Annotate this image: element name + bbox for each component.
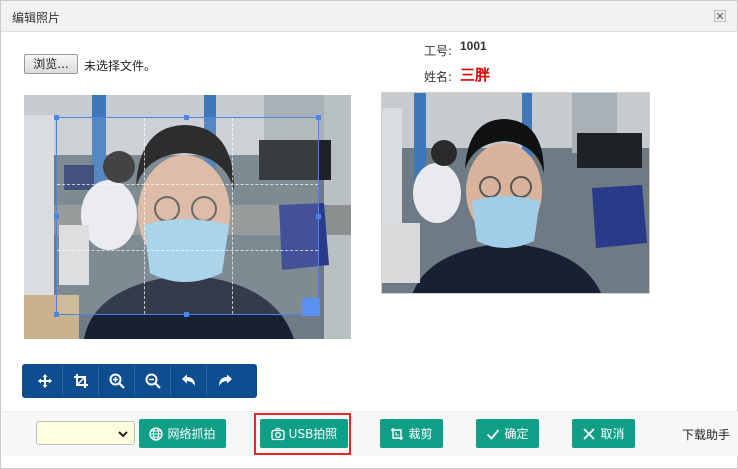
crop-handle-top-left[interactable] [54, 115, 59, 120]
usb-capture-highlight [254, 413, 351, 455]
crop-handle-bottom[interactable] [184, 312, 189, 317]
preview-image [382, 93, 649, 293]
camera-source-select[interactable] [36, 421, 135, 445]
dialog-title: 编辑照片 [12, 11, 61, 25]
zoom-in-button[interactable] [99, 366, 135, 396]
cancel-label: 取消 [600, 427, 625, 441]
crop-handle-right[interactable] [316, 214, 321, 219]
rotate-left-icon [181, 374, 195, 386]
move-button[interactable] [27, 366, 63, 396]
employee-name-label: 姓名: [424, 70, 453, 84]
crop-handle-bottom-right[interactable] [302, 298, 320, 316]
close-icon [583, 427, 596, 440]
chevron-down-icon [118, 431, 128, 438]
crop-box[interactable] [54, 115, 321, 317]
network-capture-button[interactable]: 网络抓拍 [139, 419, 226, 448]
crop-guide-h1 [57, 184, 318, 185]
zoom-out-icon [145, 373, 161, 389]
crop-editor-canvas[interactable] [24, 95, 351, 339]
zoom-in-icon [109, 373, 125, 389]
crop-guide-v1 [144, 118, 145, 314]
crop-handle-bottom-left[interactable] [54, 312, 59, 317]
close-icon[interactable] [714, 10, 726, 22]
employee-id-label: 工号: [424, 44, 453, 58]
crop-guide-h2 [57, 250, 318, 251]
rotate-right-button[interactable] [207, 366, 243, 396]
dialog-titlebar: 编辑照片 [1, 1, 737, 32]
confirm-label: 确定 [504, 427, 529, 441]
employee-id-value: 1001 [460, 39, 487, 53]
crop-button[interactable]: 裁剪 [380, 419, 443, 448]
crop-icon [391, 427, 404, 440]
network-capture-label: 网络抓拍 [167, 427, 216, 441]
crop-guide-v2 [232, 118, 233, 314]
preview-photo [381, 92, 650, 294]
rotate-left-button[interactable] [171, 366, 207, 396]
employee-name-value: 三胖 [460, 67, 491, 84]
image-toolbar [22, 364, 257, 398]
file-status: 未选择文件。 [84, 59, 157, 73]
move-icon [37, 374, 52, 388]
crop-handle-top[interactable] [184, 115, 189, 120]
zoom-out-button[interactable] [135, 366, 171, 396]
edit-photo-dialog: 编辑照片 浏览... 未选择文件。 工号: 1001 姓名: 三胖 网络抓拍 U… [0, 0, 738, 469]
cancel-button[interactable]: 取消 [572, 419, 635, 448]
crop-handle-top-right[interactable] [316, 115, 321, 120]
check-icon [487, 428, 500, 440]
rotate-right-icon [219, 374, 232, 386]
confirm-button[interactable]: 确定 [476, 419, 539, 448]
crop-handle-left[interactable] [54, 214, 59, 219]
download-helper-link[interactable]: 下载助手 [682, 426, 730, 443]
crop-icon [73, 374, 88, 388]
globe-icon [149, 426, 164, 441]
crop-label: 裁剪 [408, 427, 433, 441]
crop-mode-button[interactable] [63, 366, 99, 396]
browse-button[interactable]: 浏览... [24, 54, 78, 74]
